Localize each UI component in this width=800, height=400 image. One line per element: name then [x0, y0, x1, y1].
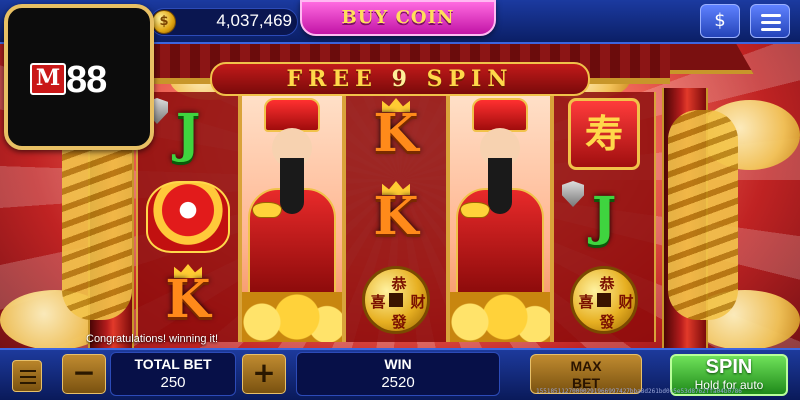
game-stage: J K K K 恭 喜 财 發 寿 J 恭 喜 财 發 FREE 9 SPIN … [0, 0, 800, 400]
history-button[interactable] [12, 360, 42, 392]
coin-balance: 4,037,469 [216, 11, 292, 30]
total-bet-value: 250 [160, 374, 186, 391]
reel-grid: J K K K 恭 喜 财 發 寿 J 恭 喜 财 發 [136, 92, 658, 342]
m88-logo: M 88 [4, 4, 154, 150]
free-spin-count: 9 [391, 66, 413, 92]
gold-coin-icon: 恭 喜 财 發 [570, 266, 638, 334]
reel-5: 寿 J 恭 喜 财 發 [552, 92, 656, 342]
increase-bet-button[interactable]: + [242, 354, 286, 394]
spin-label: SPIN [705, 356, 753, 378]
total-bet-label: TOTAL BET [134, 356, 212, 372]
symbol-gold-coin: 恭 喜 财 發 [554, 258, 654, 341]
win-value: 2520 [381, 374, 415, 391]
symbol-J: J [554, 175, 654, 258]
gold-coin-icon: 恭 喜 财 發 [362, 266, 430, 334]
free-spin-word-free: FREE [286, 66, 378, 92]
longevity-icon: 寿 [568, 98, 640, 170]
symbol-lion-dance [138, 175, 238, 258]
god-of-wealth-icon [242, 92, 342, 342]
god-of-wealth-icon [450, 92, 550, 342]
menu-button[interactable] [750, 4, 790, 38]
symbol-K: K [346, 92, 446, 175]
win-message: Congratulations! winning it! [86, 333, 219, 345]
max-bet-line1: MAX [570, 358, 602, 374]
golden-dragon-right [668, 110, 738, 320]
symbol-K: K [346, 175, 446, 258]
symbol-gold-coin: 恭 喜 财 發 [346, 258, 446, 341]
free-spin-word-spin: SPIN [426, 66, 514, 92]
logo-badge: M [30, 63, 66, 95]
logo-text: 88 [66, 59, 107, 101]
cash-hand-icon: $ [714, 10, 726, 31]
reel-4-wild [448, 92, 552, 342]
total-bet-display: TOTAL BET 250 [110, 352, 236, 396]
decrease-bet-button[interactable]: − [62, 354, 106, 394]
transaction-id: 15518511270000291966997427bba8d261bd0c5e… [536, 388, 742, 395]
coin-icon: $ [152, 10, 176, 34]
reel-3: K K 恭 喜 财 發 [344, 92, 448, 342]
buy-coin-button[interactable]: BUY COIN [300, 0, 496, 36]
win-label: WIN [384, 356, 412, 372]
lion-dance-head-icon [146, 181, 230, 253]
symbol-longevity: 寿 [554, 92, 654, 175]
cashier-button[interactable]: $ [700, 4, 740, 38]
symbol-K: K [138, 258, 238, 341]
free-spin-banner: FREE 9 SPIN [210, 62, 590, 96]
reel-2-wild [240, 92, 344, 342]
win-display: WIN 2520 [296, 352, 500, 396]
